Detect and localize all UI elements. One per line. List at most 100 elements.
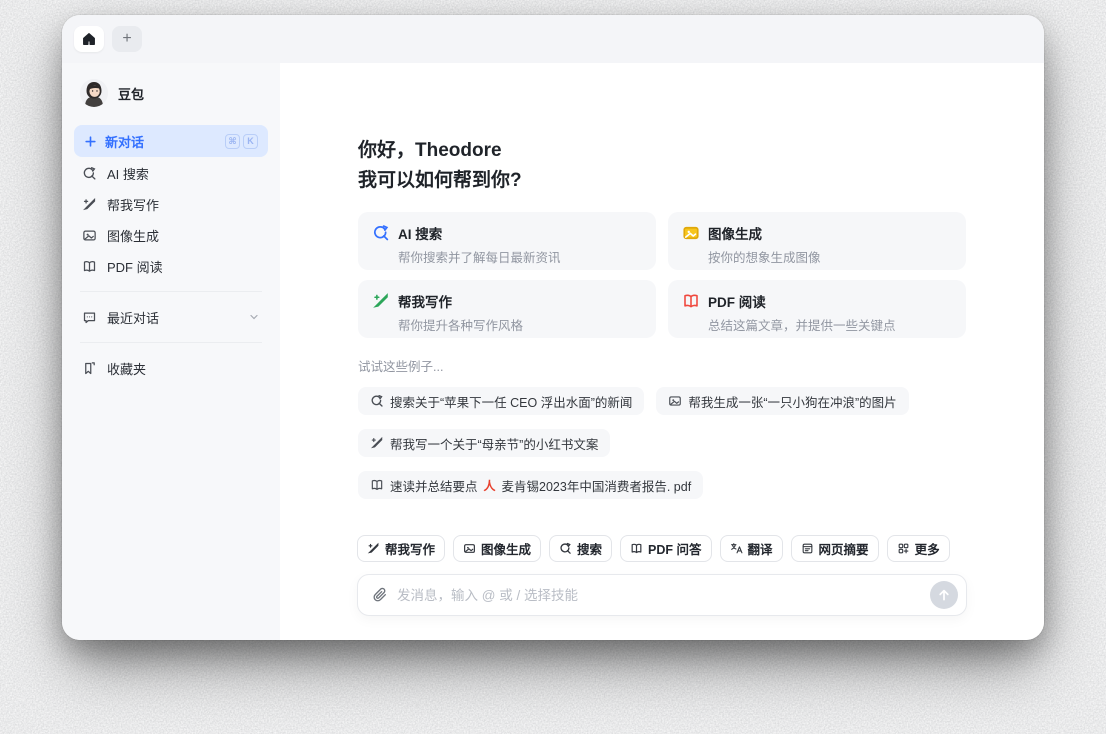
sidebar-item-pdf-read[interactable]: PDF 阅读 [74,251,268,281]
search-icon [370,394,384,408]
skill-label: 图像生成 [481,543,532,557]
skill-image-gen[interactable]: 图像生成 [453,535,542,562]
card-write[interactable]: 帮我写作 帮你提升各种写作风格 [358,280,656,338]
send-button[interactable] [930,581,958,609]
card-title: PDF 阅读 [708,295,766,310]
write-icon [367,542,380,555]
image-gen-icon [682,224,700,242]
skill-pdf-qa[interactable]: PDF 问答 [620,535,712,562]
composer: 帮我写作 图像生成 搜索 PDF 问答 翻译 网页摘要 更多 发消息，输入 @ … [357,535,967,616]
profile-row[interactable]: 豆包 [74,73,268,113]
paperclip-icon[interactable] [372,587,388,603]
sidebar-item-label: 收藏夹 [107,361,147,377]
plus-icon [84,135,97,148]
example-chip-text: 帮我写一个关于“母亲节”的小红书文案 [390,437,599,452]
example-chip-attachment-name: 麦肯锡2023年中国消费者报告. pdf [501,479,692,494]
card-title: 帮我写作 [398,295,452,310]
skill-webpage-summary[interactable]: 网页摘要 [790,535,879,562]
image-gen-icon [82,228,97,243]
card-title: 图像生成 [708,227,762,242]
sidebar-item-write[interactable]: 帮我写作 [74,189,268,219]
skill-write[interactable]: 帮我写作 [357,535,446,562]
pdf-read-icon [82,259,97,274]
card-description: 帮你搜索并了解每日最新资讯 [398,251,561,265]
example-chip-summarize-pdf[interactable]: 速读并总结要点 人 麦肯锡2023年中国消费者报告. pdf [358,471,704,499]
pdf-file-icon: 人 [483,478,496,493]
write-icon [372,292,390,310]
new-chat-label: 新对话 [105,134,145,150]
example-chip-write-post[interactable]: 帮我写一个关于“母亲节”的小红书文案 [358,429,611,457]
translate-icon [730,542,743,555]
example-chips: 搜索关于“苹果下一任 CEO 浮出水面”的新闻 帮我生成一张“一只小狗在冲浪”的… [358,387,918,499]
skill-label: 更多 [914,543,940,557]
more-grid-icon [897,542,910,555]
plus-icon: + [122,30,132,47]
card-description: 按你的想象生成图像 [708,251,821,265]
bookmark-icon [82,361,97,376]
sidebar-divider [80,291,262,292]
sidebar-divider [80,342,262,343]
pdf-read-icon [630,542,643,555]
webpage-icon [801,542,814,555]
tab-bar: + [62,15,1044,63]
sidebar-item-label: AI 搜索 [107,166,149,182]
sidebar: 豆包 新对话 ⌘ K AI 搜索 帮我写作 图像生成 PDF 阅读 最近对话 收… [62,63,280,640]
card-description: 帮你提升各种写作风格 [398,319,524,333]
search-icon [559,542,572,555]
sidebar-item-label: PDF 阅读 [107,259,163,275]
write-icon [82,197,97,212]
skill-label: PDF 问答 [648,543,702,557]
skill-label: 搜索 [577,543,603,557]
card-title: AI 搜索 [398,227,443,242]
message-input-container [357,574,967,616]
shortcut-badges: ⌘ K [225,133,258,149]
skill-search[interactable]: 搜索 [549,535,613,562]
send-arrow-icon [939,589,949,601]
ai-search-icon [82,166,97,181]
k-key-badge: K [243,133,258,149]
profile-name: 豆包 [118,86,145,102]
chat-bubble-icon [82,310,97,325]
sidebar-item-ai-search[interactable]: AI 搜索 [74,158,268,188]
example-chip-generate-image[interactable]: 帮我生成一张“一只小狗在冲浪”的图片 [656,387,909,415]
cmd-key-badge: ⌘ [225,133,240,149]
sidebar-item-label: 最近对话 [107,310,160,326]
skill-translate[interactable]: 翻译 [719,535,783,562]
image-gen-icon [668,394,682,408]
greeting-line-2: 我可以如何帮到你? [358,170,522,191]
skill-bar: 帮我写作 图像生成 搜索 PDF 问答 翻译 网页摘要 更多 [357,535,967,562]
new-tab-button[interactable]: + [112,26,142,52]
card-ai-search[interactable]: AI 搜索 帮你搜索并了解每日最新资讯 [358,212,656,270]
ai-search-icon [372,224,390,242]
doubao-avatar [80,79,108,107]
pdf-read-icon [682,292,700,310]
sidebar-item-label: 帮我写作 [107,197,160,213]
example-chip-search-news[interactable]: 搜索关于“苹果下一任 CEO 浮出水面”的新闻 [358,387,645,415]
sidebar-item-favorites[interactable]: 收藏夹 [74,353,268,383]
feature-cards: AI 搜索 帮你搜索并了解每日最新资讯 图像生成 按你的想象生成图像 帮我写作 … [358,212,966,338]
home-icon [82,32,96,46]
skill-label: 网页摘要 [818,543,869,557]
example-chip-text: 帮我生成一张“一只小狗在冲浪”的图片 [688,395,897,410]
card-pdf-read[interactable]: PDF 阅读 总结这篇文章，并提供一些关键点 [668,280,966,338]
main-panel: 你好，Theodore 我可以如何帮到你? AI 搜索 帮你搜索并了解每日最新资… [280,63,1044,640]
card-description: 总结这篇文章，并提供一些关键点 [708,319,896,333]
examples-label: 试试这些例子... [358,360,444,374]
skill-label: 翻译 [747,543,773,557]
pdf-read-icon [370,478,384,492]
tab-home[interactable] [74,26,104,52]
sidebar-item-label: 图像生成 [107,228,160,244]
example-chip-text: 速读并总结要点 [390,479,478,494]
write-icon [370,436,384,450]
image-gen-icon [463,542,476,555]
skill-more[interactable]: 更多 [886,535,950,562]
sidebar-item-recent-chats[interactable]: 最近对话 [74,302,268,332]
doubao-app-window: + 豆包 新对话 ⌘ K AI 搜索 帮我写作 图像生成 PDF 阅读 最近对话… [62,15,1044,640]
sidebar-item-image-gen[interactable]: 图像生成 [74,220,268,250]
new-chat-button[interactable]: 新对话 ⌘ K [74,125,268,157]
chevron-down-icon[interactable] [248,311,260,323]
card-image-gen[interactable]: 图像生成 按你的想象生成图像 [668,212,966,270]
example-chip-text: 搜索关于“苹果下一任 CEO 浮出水面”的新闻 [390,395,633,410]
skill-label: 帮我写作 [385,543,436,557]
message-input[interactable] [397,587,930,603]
